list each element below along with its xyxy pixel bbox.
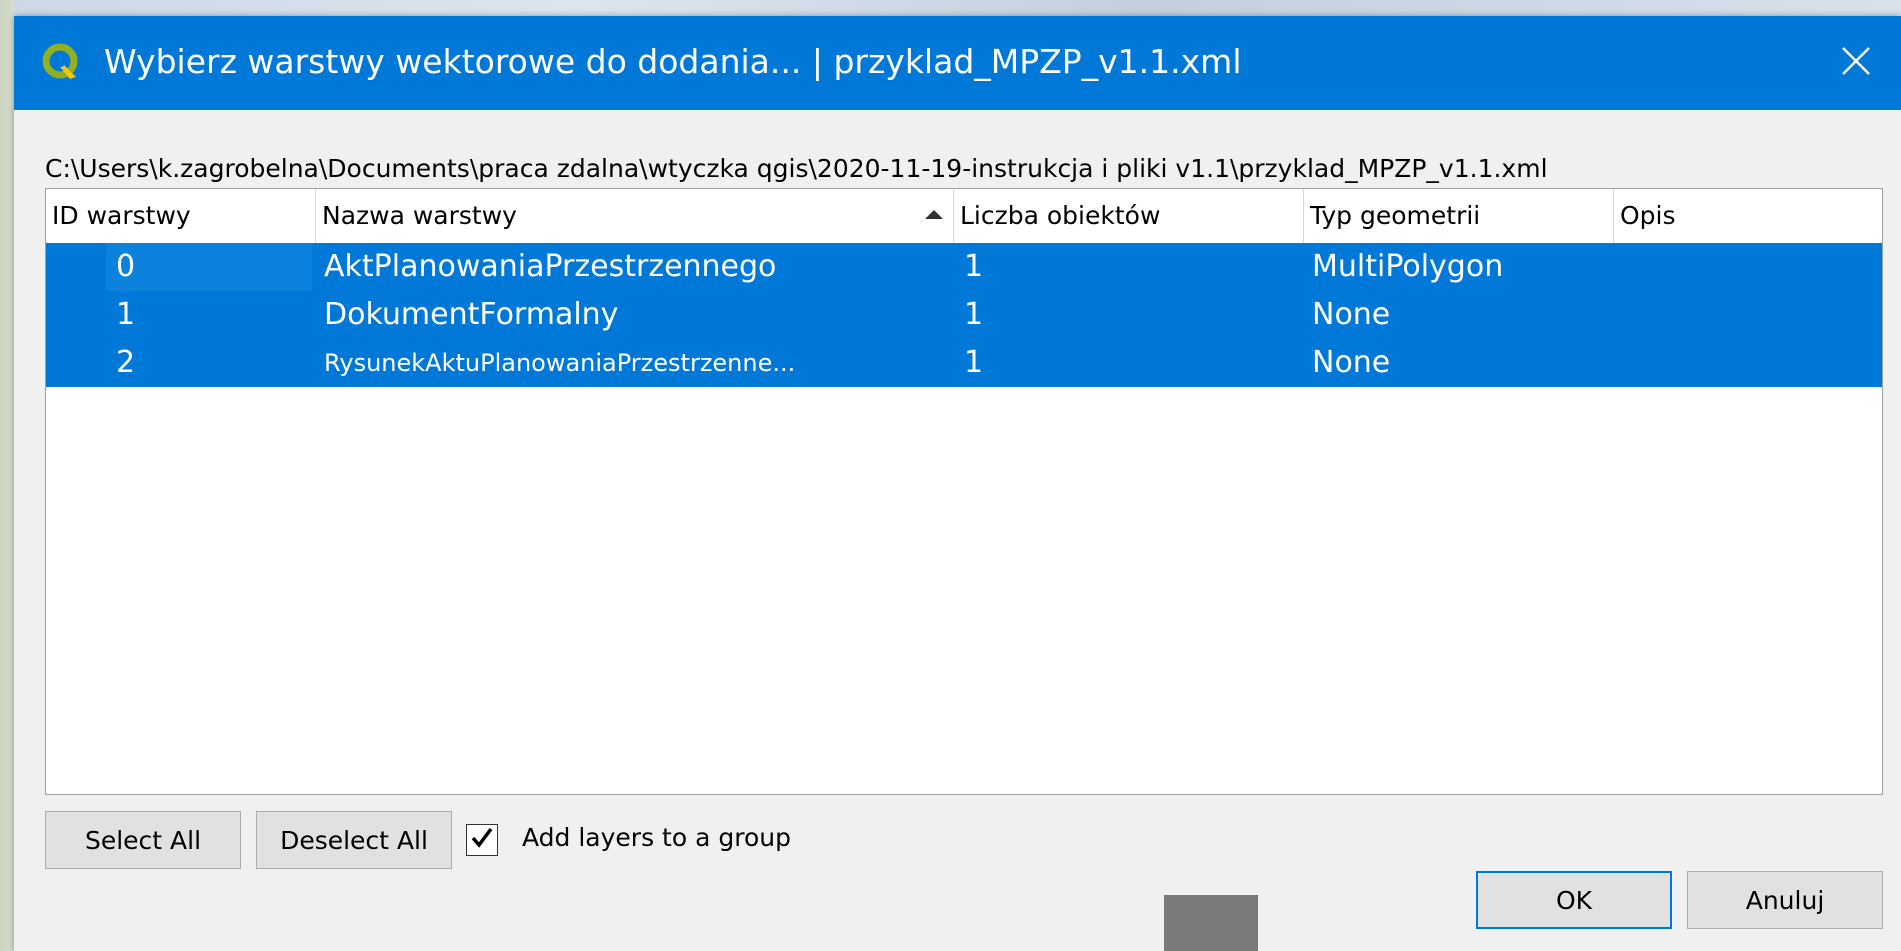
table-row[interactable]: 0 AktPlanowaniaPrzestrzennego 1 MultiPol… [46,243,1882,291]
deselect-all-button[interactable]: Deselect All [256,811,452,869]
table-header: ID warstwy Nazwa warstwy Liczba obiektów… [46,189,1882,244]
row-name: AktPlanowaniaPrzestrzennego [324,249,777,284]
column-header-name[interactable]: Nazwa warstwy [316,189,954,243]
checkmark-icon [469,825,495,855]
close-button[interactable] [1811,16,1901,110]
row-count: 1 [964,297,984,332]
background-strip [14,0,1901,16]
column-header-geometry[interactable]: Typ geometrii [1304,189,1614,243]
close-icon [1841,46,1871,80]
overlay-block [1164,895,1258,951]
row-name: DokumentFormalny [324,297,619,332]
sort-ascending-icon [925,210,943,219]
add-vector-layers-dialog: Wybierz warstwy wektorowe do dodania... … [14,16,1901,951]
column-header-count[interactable]: Liczba obiektów [954,189,1304,243]
focused-cell [106,243,312,291]
row-geometry: MultiPolygon [1312,249,1504,284]
column-header-id[interactable]: ID warstwy [46,189,316,243]
row-name: RysunekAktuPlanowaniaPrzestrzenne... [324,349,796,377]
row-id: 0 [116,249,136,284]
row-id: 2 [116,345,136,380]
row-geometry: None [1312,297,1391,332]
row-count: 1 [964,345,984,380]
add-to-group-checkbox[interactable] [466,824,498,856]
file-path-label: C:\Users\k.zagrobelna\Documents\praca zd… [45,154,1548,183]
select-all-button[interactable]: Select All [45,811,241,869]
table-row[interactable]: 1 DokumentFormalny 1 None [46,291,1882,339]
dialog-title: Wybierz warstwy wektorowe do dodania... … [104,42,1242,81]
dialog-titlebar[interactable]: Wybierz warstwy wektorowe do dodania... … [14,16,1901,110]
column-header-name-label: Nazwa warstwy [322,201,517,230]
layers-table[interactable]: ID warstwy Nazwa warstwy Liczba obiektów… [45,188,1883,795]
row-id: 1 [116,297,136,332]
row-count: 1 [964,249,984,284]
table-row[interactable]: 2 RysunekAktuPlanowaniaPrzestrzenne... 1… [46,339,1882,387]
row-geometry: None [1312,345,1391,380]
column-header-description[interactable]: Opis [1614,189,1882,243]
cancel-button[interactable]: Anuluj [1687,871,1883,929]
ok-button[interactable]: OK [1476,871,1672,929]
add-to-group-label[interactable]: Add layers to a group [522,823,791,852]
qgis-logo-icon [42,43,82,83]
